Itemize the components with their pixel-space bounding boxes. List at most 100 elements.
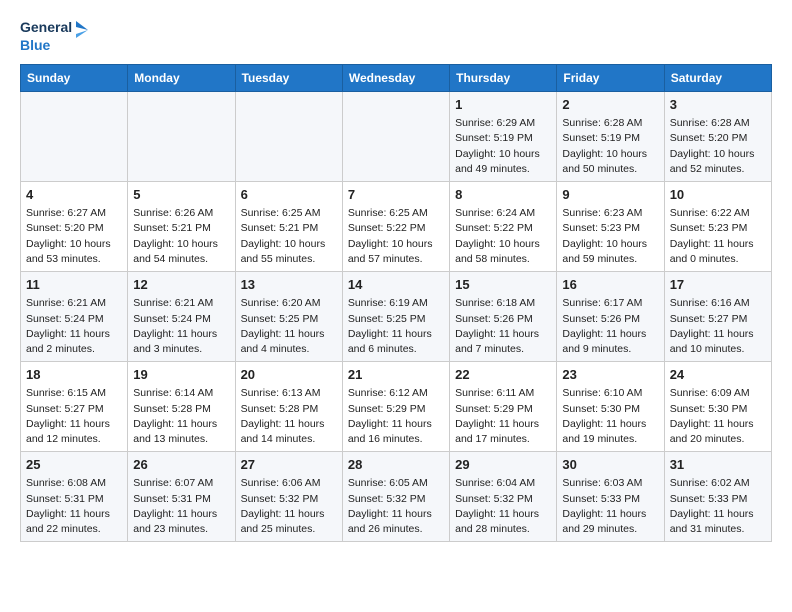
svg-text:Blue: Blue — [20, 37, 51, 53]
header-friday: Friday — [557, 65, 664, 92]
calendar-cell: 31 Sunrise: 6:02 AMSunset: 5:33 PMDayligh… — [664, 452, 771, 542]
day-info: Sunrise: 6:16 AMSunset: 5:27 PMDaylight:… — [670, 296, 766, 357]
svg-text:General: General — [20, 19, 72, 35]
header-sunday: Sunday — [21, 65, 128, 92]
calendar-cell: 16 Sunrise: 6:17 AMSunset: 5:26 PMDayligh… — [557, 272, 664, 362]
calendar-cell: 19 Sunrise: 6:14 AMSunset: 5:28 PMDayligh… — [128, 362, 235, 452]
day-number: 13 — [241, 276, 337, 294]
header-thursday: Thursday — [450, 65, 557, 92]
calendar-cell: 8Sunrise: 6:24 AMSunset: 5:22 PMDaylight… — [450, 182, 557, 272]
day-info: Sunrise: 6:17 AMSunset: 5:26 PMDaylight:… — [562, 296, 658, 357]
day-info: Sunrise: 6:08 AMSunset: 5:31 PMDaylight:… — [26, 476, 122, 537]
day-number: 8 — [455, 186, 551, 204]
calendar-cell: 23 Sunrise: 6:10 AMSunset: 5:30 PMDayligh… — [557, 362, 664, 452]
calendar-week-3: 11 Sunrise: 6:21 AMSunset: 5:24 PMDayligh… — [21, 272, 772, 362]
day-info: Sunrise: 6:22 AMSunset: 5:23 PMDaylight:… — [670, 206, 766, 267]
calendar-cell: 21 Sunrise: 6:12 AMSunset: 5:29 PMDayligh… — [342, 362, 449, 452]
day-number: 7 — [348, 186, 444, 204]
calendar-cell: 2Sunrise: 6:28 AMSunset: 5:19 PMDaylight… — [557, 92, 664, 182]
calendar-cell: 17 Sunrise: 6:16 AMSunset: 5:27 PMDayligh… — [664, 272, 771, 362]
day-info: Sunrise: 6:21 AMSunset: 5:24 PMDaylight:… — [26, 296, 122, 357]
calendar-cell — [235, 92, 342, 182]
calendar-cell: 22 Sunrise: 6:11 AMSunset: 5:29 PMDayligh… — [450, 362, 557, 452]
day-number: 23 — [562, 366, 658, 384]
calendar-week-2: 4 Sunrise: 6:27 AMSunset: 5:20 PMDaylight… — [21, 182, 772, 272]
calendar-week-4: 18 Sunrise: 6:15 AMSunset: 5:27 PMDayligh… — [21, 362, 772, 452]
day-number: 29 — [455, 456, 551, 474]
day-number: 18 — [26, 366, 122, 384]
day-info: Sunrise: 6:28 AMSunset: 5:20 PMDaylight:… — [670, 116, 766, 177]
day-info: Sunrise: 6:14 AMSunset: 5:28 PMDaylight:… — [133, 386, 229, 447]
day-number: 28 — [348, 456, 444, 474]
calendar-cell: 14 Sunrise: 6:19 AMSunset: 5:25 PMDayligh… — [342, 272, 449, 362]
calendar-cell: 28 Sunrise: 6:05 AMSunset: 5:32 PMDayligh… — [342, 452, 449, 542]
day-info: Sunrise: 6:10 AMSunset: 5:30 PMDaylight:… — [562, 386, 658, 447]
calendar-cell: 1Sunrise: 6:29 AMSunset: 5:19 PMDaylight… — [450, 92, 557, 182]
day-number: 6 — [241, 186, 337, 204]
day-info: Sunrise: 6:06 AMSunset: 5:32 PMDaylight:… — [241, 476, 337, 537]
calendar-cell: 9 Sunrise: 6:23 AMSunset: 5:23 PMDaylight… — [557, 182, 664, 272]
day-number: 22 — [455, 366, 551, 384]
calendar-cell: 13Sunrise: 6:20 AMSunset: 5:25 PMDayligh… — [235, 272, 342, 362]
calendar-cell: 12Sunrise: 6:21 AMSunset: 5:24 PMDayligh… — [128, 272, 235, 362]
calendar-cell: 20 Sunrise: 6:13 AMSunset: 5:28 PMDayligh… — [235, 362, 342, 452]
day-number: 4 — [26, 186, 122, 204]
calendar-cell: 24Sunrise: 6:09 AMSunset: 5:30 PMDayligh… — [664, 362, 771, 452]
day-number: 25 — [26, 456, 122, 474]
calendar-cell — [21, 92, 128, 182]
day-info: Sunrise: 6:03 AMSunset: 5:33 PMDaylight:… — [562, 476, 658, 537]
day-number: 19 — [133, 366, 229, 384]
calendar-week-1: 1Sunrise: 6:29 AMSunset: 5:19 PMDaylight… — [21, 92, 772, 182]
day-number: 20 — [241, 366, 337, 384]
day-number: 12 — [133, 276, 229, 294]
day-info: Sunrise: 6:13 AMSunset: 5:28 PMDaylight:… — [241, 386, 337, 447]
day-info: Sunrise: 6:26 AMSunset: 5:21 PMDaylight:… — [133, 206, 229, 267]
header-wednesday: Wednesday — [342, 65, 449, 92]
calendar-cell — [342, 92, 449, 182]
day-number: 27 — [241, 456, 337, 474]
day-info: Sunrise: 6:15 AMSunset: 5:27 PMDaylight:… — [26, 386, 122, 447]
day-number: 26 — [133, 456, 229, 474]
logo-svg: General Blue — [20, 16, 90, 56]
day-number: 17 — [670, 276, 766, 294]
day-info: Sunrise: 6:11 AMSunset: 5:29 PMDaylight:… — [455, 386, 551, 447]
day-number: 14 — [348, 276, 444, 294]
day-info: Sunrise: 6:18 AMSunset: 5:26 PMDaylight:… — [455, 296, 551, 357]
day-number: 9 — [562, 186, 658, 204]
day-number: 15 — [455, 276, 551, 294]
calendar-cell: 7 Sunrise: 6:25 AMSunset: 5:22 PMDaylight… — [342, 182, 449, 272]
day-info: Sunrise: 6:05 AMSunset: 5:32 PMDaylight:… — [348, 476, 444, 537]
day-info: Sunrise: 6:02 AMSunset: 5:33 PMDaylight:… — [670, 476, 766, 537]
calendar-table: SundayMondayTuesdayWednesdayThursdayFrid… — [20, 64, 772, 542]
day-number: 10 — [670, 186, 766, 204]
day-number: 30 — [562, 456, 658, 474]
header-monday: Monday — [128, 65, 235, 92]
day-number: 2 — [562, 96, 658, 114]
calendar-cell: 11 Sunrise: 6:21 AMSunset: 5:24 PMDayligh… — [21, 272, 128, 362]
day-info: Sunrise: 6:12 AMSunset: 5:29 PMDaylight:… — [348, 386, 444, 447]
day-info: Sunrise: 6:04 AMSunset: 5:32 PMDaylight:… — [455, 476, 551, 537]
calendar-cell: 4 Sunrise: 6:27 AMSunset: 5:20 PMDaylight… — [21, 182, 128, 272]
header-tuesday: Tuesday — [235, 65, 342, 92]
day-info: Sunrise: 6:09 AMSunset: 5:30 PMDaylight:… — [670, 386, 766, 447]
logo: General Blue — [20, 16, 90, 56]
day-number: 16 — [562, 276, 658, 294]
calendar-cell: 25 Sunrise: 6:08 AMSunset: 5:31 PMDayligh… — [21, 452, 128, 542]
day-info: Sunrise: 6:19 AMSunset: 5:25 PMDaylight:… — [348, 296, 444, 357]
day-info: Sunrise: 6:27 AMSunset: 5:20 PMDaylight:… — [26, 206, 122, 267]
day-info: Sunrise: 6:23 AMSunset: 5:23 PMDaylight:… — [562, 206, 658, 267]
day-number: 31 — [670, 456, 766, 474]
day-number: 5 — [133, 186, 229, 204]
calendar-cell: 26 Sunrise: 6:07 AMSunset: 5:31 PMDayligh… — [128, 452, 235, 542]
day-number: 21 — [348, 366, 444, 384]
calendar-cell: 18 Sunrise: 6:15 AMSunset: 5:27 PMDayligh… — [21, 362, 128, 452]
calendar-cell: 6Sunrise: 6:25 AMSunset: 5:21 PMDaylight… — [235, 182, 342, 272]
day-info: Sunrise: 6:25 AMSunset: 5:22 PMDaylight:… — [348, 206, 444, 267]
calendar-cell: 30 Sunrise: 6:03 AMSunset: 5:33 PMDayligh… — [557, 452, 664, 542]
calendar-cell: 5 Sunrise: 6:26 AMSunset: 5:21 PMDaylight… — [128, 182, 235, 272]
day-number: 11 — [26, 276, 122, 294]
page-header: General Blue — [20, 16, 772, 56]
day-info: Sunrise: 6:07 AMSunset: 5:31 PMDaylight:… — [133, 476, 229, 537]
calendar-cell: 29 Sunrise: 6:04 AMSunset: 5:32 PMDayligh… — [450, 452, 557, 542]
calendar-cell — [128, 92, 235, 182]
